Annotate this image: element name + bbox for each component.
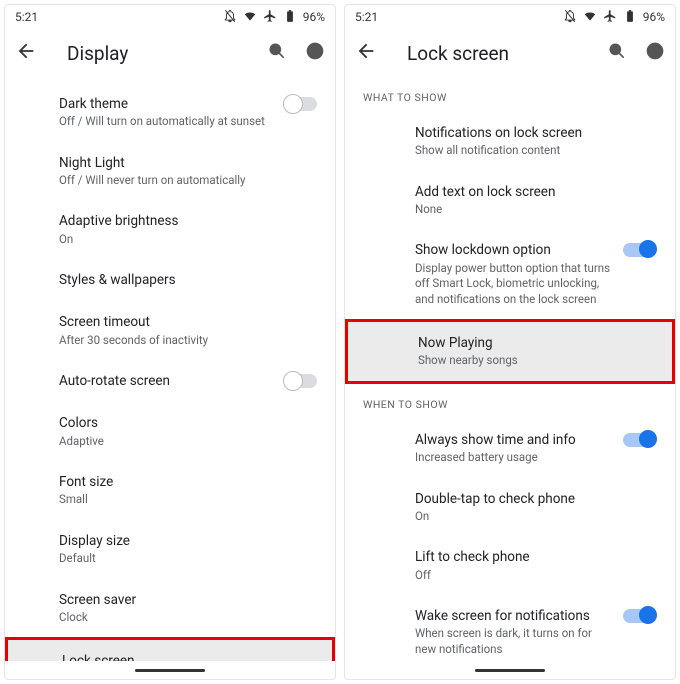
toggle-switch[interactable] (623, 609, 655, 623)
settings-row[interactable]: Wake screen for notificationsWhen screen… (345, 595, 675, 661)
settings-row[interactable]: Screen saverClock (5, 579, 335, 638)
statusbar: 5:21 96% (5, 5, 335, 29)
settings-row[interactable]: Dark themeOff / Will turn on automatical… (5, 77, 335, 142)
settings-row[interactable]: Styles & wallpapers (5, 259, 335, 301)
settings-row[interactable]: Add text on lock screenNone (345, 171, 675, 230)
settings-row[interactable]: Always show time and infoIncreased batte… (345, 419, 675, 478)
row-label: Wake screen for notifications (415, 607, 615, 625)
row-subtext: Display power button option that turns o… (415, 261, 615, 308)
appbar: Display (5, 29, 335, 77)
row-label: Add text on lock screen (415, 183, 661, 201)
phone-lockscreen-settings: 5:21 96% Lock screen What to showNotific… (344, 4, 676, 680)
dnd-icon (563, 9, 577, 26)
help-icon[interactable] (305, 41, 325, 65)
section-header-what: What to show (345, 77, 675, 112)
wifi-icon (583, 9, 597, 26)
row-label: Display size (59, 532, 323, 550)
wifi-icon (243, 9, 257, 26)
row-subtext: None (415, 202, 661, 218)
row-subtext: After 30 seconds of inactivity (59, 333, 323, 349)
toggle-switch[interactable] (623, 243, 655, 257)
status-time: 5:21 (15, 10, 38, 24)
search-icon[interactable] (607, 41, 627, 65)
back-button[interactable] (15, 40, 37, 66)
search-icon[interactable] (267, 41, 287, 65)
row-label: Colors (59, 414, 323, 432)
row-label: Font size (59, 473, 323, 491)
settings-list[interactable]: Dark themeOff / Will turn on automatical… (5, 77, 335, 661)
settings-row[interactable]: Auto-rotate screen (5, 360, 335, 402)
settings-row[interactable]: Colors Adaptive (5, 402, 335, 461)
row-subtext: Show all notification content (415, 143, 661, 159)
toggle-switch[interactable] (623, 433, 655, 447)
settings-list[interactable]: What to showNotifications on lock screen… (345, 77, 675, 661)
section-header-when: When to show (345, 384, 675, 419)
battery-percent: 96% (303, 10, 325, 24)
row-label: Screen timeout (59, 313, 323, 331)
dnd-icon (223, 9, 237, 26)
statusbar: 5:21 96% (345, 5, 675, 29)
row-label: Notifications on lock screen (415, 124, 661, 142)
settings-row[interactable]: Notifications on lock screenShow all not… (345, 112, 675, 171)
nav-gesture-hint (345, 661, 675, 679)
status-icons: 96% (563, 9, 665, 26)
airplane-icon (603, 9, 617, 26)
battery-icon (623, 9, 637, 26)
row-label: Lift to check phone (415, 548, 661, 566)
airplane-icon (263, 9, 277, 26)
row-subtext: Adaptive (59, 434, 323, 450)
settings-row[interactable]: Lift to check phone Off (345, 536, 675, 595)
page-title: Lock screen (407, 42, 591, 65)
row-subtext: Clock (59, 610, 323, 626)
row-subtext: Off (415, 568, 661, 584)
row-subtext: Default (59, 551, 323, 567)
row-subtext: When screen is dark, it turns on for new… (415, 626, 615, 657)
settings-row[interactable]: Display sizeDefault (5, 520, 335, 579)
row-label: Screen saver (59, 591, 323, 609)
toggle-switch[interactable] (285, 97, 317, 111)
battery-percent: 96% (643, 10, 665, 24)
settings-row[interactable]: Lock screenShow all notification content (5, 637, 335, 661)
row-subtext: On (59, 232, 323, 248)
row-label: Now Playing (418, 334, 658, 352)
row-label: Double-tap to check phone (415, 490, 661, 508)
row-subtext: Small (59, 492, 323, 508)
back-button[interactable] (355, 40, 377, 66)
row-subtext: Increased battery usage (415, 450, 615, 466)
toggle-switch[interactable] (285, 374, 317, 388)
help-icon[interactable] (645, 41, 665, 65)
nav-gesture-hint (5, 661, 335, 679)
row-subtext: Show nearby songs (418, 353, 658, 369)
settings-row[interactable]: Now PlayingShow nearby songs (345, 319, 675, 384)
phone-display-settings: 5:21 96% Display Dark themeOff / Will tu… (4, 4, 336, 680)
row-subtext: On (415, 509, 661, 525)
status-icons: 96% (223, 9, 325, 26)
status-time: 5:21 (355, 10, 378, 24)
row-label: Styles & wallpapers (59, 271, 323, 289)
settings-row[interactable]: Font sizeSmall (5, 461, 335, 520)
page-title: Display (67, 42, 251, 65)
row-label: Lock screen (62, 652, 320, 661)
battery-icon (283, 9, 297, 26)
row-label: Dark theme (59, 95, 277, 113)
row-label: Adaptive brightness (59, 212, 323, 230)
row-label: Auto-rotate screen (59, 372, 277, 390)
row-label: Always show time and info (415, 431, 615, 449)
settings-row[interactable]: Double-tap to check phoneOn (345, 478, 675, 537)
settings-row[interactable]: Screen timeout After 30 seconds of inacti… (5, 301, 335, 360)
row-subtext: Off / Will never turn on automatically (59, 173, 323, 189)
settings-row[interactable]: Night LightOff / Will never turn on auto… (5, 142, 335, 201)
row-label: Night Light (59, 154, 323, 172)
row-subtext: Off / Will turn on automatically at suns… (59, 114, 277, 130)
settings-row[interactable]: Adaptive brightness On (5, 200, 335, 259)
settings-row[interactable]: Show lockdown option Display power button… (345, 229, 675, 319)
row-label: Show lockdown option (415, 241, 615, 259)
appbar: Lock screen (345, 29, 675, 77)
